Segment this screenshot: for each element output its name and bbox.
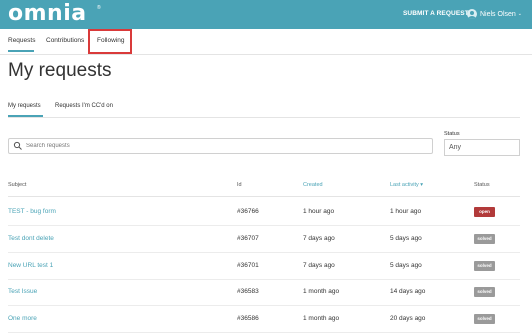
top-header: omnia ® SUBMIT A REQUEST Niels Olsen ⌄ — [0, 0, 532, 29]
page-title: My requests — [8, 60, 112, 81]
request-created: 7 days ago — [303, 235, 335, 242]
request-created: 1 hour ago — [303, 208, 335, 215]
status-badge: open — [474, 207, 495, 217]
request-id: #36766 — [237, 208, 259, 215]
search-icon — [13, 141, 22, 150]
request-id: #36583 — [237, 288, 259, 295]
user-name: Niels Olsen — [480, 10, 516, 18]
tab-contributions[interactable]: Contributions — [46, 37, 84, 44]
table-row: Test dont delete #36707 7 days ago 5 day… — [8, 226, 520, 253]
table-row: One more #36586 1 month ago 20 days ago … — [8, 306, 520, 333]
table-row: Test Issue #36583 1 month ago 14 days ag… — [8, 279, 520, 306]
request-id: #36707 — [237, 235, 259, 242]
request-subject-link[interactable]: New URL test 1 — [8, 262, 53, 269]
submit-request-link[interactable]: SUBMIT A REQUEST — [403, 10, 469, 17]
column-header-last-activity[interactable]: Last activity ▾ — [390, 182, 423, 188]
request-last-activity: 5 days ago — [390, 262, 422, 269]
active-tab-indicator — [8, 50, 34, 52]
status-badge: solved — [474, 314, 495, 324]
tab-cc-requests[interactable]: Requests I'm CC'd on — [55, 103, 113, 109]
table-row: TEST - bug form #36766 1 hour ago 1 hour… — [8, 199, 520, 226]
status-filter-label: Status — [444, 131, 460, 137]
table-row: New URL test 1 #36701 7 days ago 5 days … — [8, 253, 520, 280]
following-highlight-box — [88, 29, 132, 54]
request-created: 7 days ago — [303, 262, 335, 269]
avatar-icon — [467, 9, 477, 19]
request-subject-link[interactable]: One more — [8, 315, 37, 322]
header-divider — [8, 196, 520, 197]
column-header-id: Id — [237, 182, 242, 188]
omnia-logo[interactable]: omnia — [8, 2, 87, 26]
request-created: 1 month ago — [303, 288, 340, 295]
status-badge: solved — [474, 287, 495, 297]
status-badge: solved — [474, 234, 495, 244]
request-subject-link[interactable]: Test dont delete — [8, 235, 54, 242]
user-menu[interactable]: Niels Olsen ⌄ — [467, 8, 522, 20]
chevron-down-icon: ⌄ — [517, 11, 522, 17]
request-id: #36586 — [237, 315, 259, 322]
column-header-subject: Subject — [8, 182, 27, 188]
request-last-activity: 20 days ago — [390, 315, 426, 322]
tab-my-requests[interactable]: My requests — [8, 103, 41, 109]
registered-mark: ® — [97, 5, 101, 11]
column-header-created[interactable]: Created — [303, 182, 323, 188]
column-header-status: Status — [474, 182, 490, 188]
request-subject-link[interactable]: TEST - bug form — [8, 208, 56, 215]
request-last-activity: 14 days ago — [390, 288, 426, 295]
status-filter-select[interactable]: Any — [444, 139, 520, 156]
request-last-activity: 5 days ago — [390, 235, 422, 242]
search-input[interactable] — [23, 143, 426, 149]
sub-navigation: Requests Contributions Following — [0, 29, 532, 55]
request-created: 1 month ago — [303, 315, 340, 322]
request-last-activity: 1 hour ago — [390, 208, 422, 215]
divider — [8, 117, 520, 118]
search-box — [8, 138, 433, 154]
request-id: #36701 — [237, 262, 259, 269]
request-subject-link[interactable]: Test Issue — [8, 288, 37, 295]
tab-requests[interactable]: Requests — [8, 37, 35, 44]
status-badge: solved — [474, 261, 495, 271]
